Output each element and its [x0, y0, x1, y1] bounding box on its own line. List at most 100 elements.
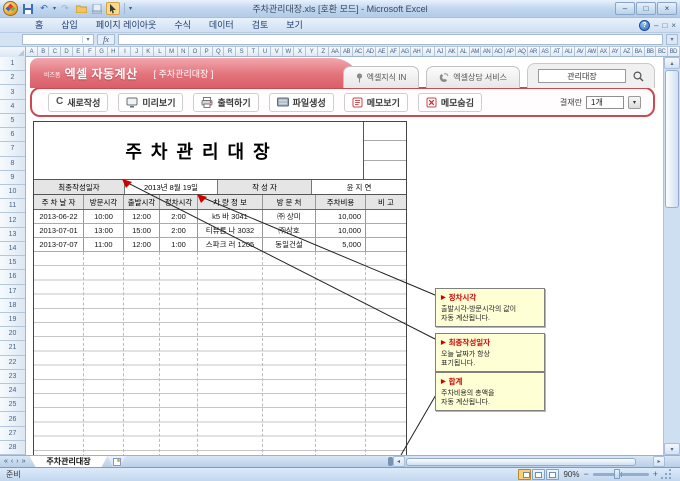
column-header[interactable]: AO — [493, 47, 505, 56]
column-header[interactable]: AQ — [516, 47, 528, 56]
column-header[interactable]: T — [248, 47, 260, 56]
column-header[interactable]: N — [178, 47, 190, 56]
row-header[interactable]: 26 — [0, 412, 25, 426]
column-header[interactable]: V — [271, 47, 283, 56]
column-header[interactable]: AC — [353, 47, 365, 56]
approval-select[interactable]: 1개 — [586, 96, 624, 109]
last-written-date[interactable]: 2013년 8월 19일 — [125, 180, 218, 194]
scroll-left-icon[interactable]: ◂ — [393, 456, 405, 467]
column-header[interactable]: AI — [423, 47, 435, 56]
column-header[interactable]: M — [166, 47, 178, 56]
column-header[interactable]: L — [154, 47, 166, 56]
column-header[interactable]: AH — [411, 47, 423, 56]
office-button[interactable] — [3, 1, 18, 16]
horizontal-scroll-thumb[interactable] — [406, 458, 636, 466]
search-input[interactable]: 관리대장 — [538, 69, 626, 83]
column-header[interactable]: AP — [505, 47, 517, 56]
row-header[interactable]: 15 — [0, 256, 25, 270]
column-header[interactable]: AD — [364, 47, 376, 56]
column-header[interactable]: E — [73, 47, 85, 56]
vertical-scroll-track[interactable] — [664, 209, 680, 443]
restore-button[interactable]: □ — [636, 2, 656, 15]
column-header[interactable]: Q — [213, 47, 225, 56]
scroll-up-icon[interactable]: ▴ — [664, 57, 680, 69]
next-sheet-icon[interactable]: › — [16, 458, 18, 465]
redo-icon[interactable]: ↷ — [58, 2, 72, 15]
column-header[interactable]: AF — [388, 47, 400, 56]
row-header[interactable]: 27 — [0, 427, 25, 441]
ribbon-tab[interactable]: 검토 — [243, 18, 278, 33]
first-sheet-icon[interactable]: « — [4, 458, 8, 465]
column-header[interactable]: AS — [540, 47, 552, 56]
row-header[interactable]: 10 — [0, 185, 25, 199]
column-header[interactable]: AT — [551, 47, 563, 56]
page-layout-view-button[interactable] — [532, 469, 545, 480]
zoom-in-icon[interactable]: + — [653, 470, 658, 479]
column-header[interactable]: AJ — [435, 47, 447, 56]
undo-dropdown-icon[interactable]: ▾ — [53, 5, 56, 12]
qat-customize-icon[interactable]: ▾ — [129, 5, 132, 12]
row-header[interactable]: 18 — [0, 299, 25, 313]
zoom-slider-thumb[interactable] — [614, 469, 620, 479]
doc-minimize-icon[interactable]: – — [654, 22, 658, 30]
column-header[interactable]: AA — [329, 47, 341, 56]
memo-show-button[interactable]: 메모보기 — [344, 93, 408, 112]
pointer-tool-icon[interactable] — [106, 2, 120, 15]
table-row[interactable]: 2013-06-22 10:00 12:00 2:00 k5 바 3041 ㈜ … — [34, 210, 406, 224]
zoom-slider[interactable] — [593, 473, 649, 476]
horizontal-scroll-track[interactable] — [405, 456, 654, 467]
column-header[interactable]: A — [26, 47, 38, 56]
note-last-written[interactable]: ▶최종작성일자 오늘 날짜가 항상 표기됩니다. — [435, 333, 545, 372]
ribbon-tab[interactable]: 데이터 — [200, 18, 243, 33]
prev-sheet-icon[interactable]: ‹ — [11, 458, 13, 465]
row-header[interactable]: 19 — [0, 313, 25, 327]
search-icon[interactable] — [633, 71, 644, 82]
row-header[interactable]: 25 — [0, 398, 25, 412]
column-header[interactable]: AY — [610, 47, 622, 56]
resize-grip[interactable] — [662, 470, 672, 480]
excel-knowledge-tab[interactable]: 엑셀지식 IN — [343, 66, 420, 88]
row-header[interactable]: 13 — [0, 228, 25, 242]
sheet-tab-active[interactable]: 주차관리대장 — [30, 456, 108, 467]
row-header[interactable]: 4 — [0, 100, 25, 114]
row-header[interactable]: 20 — [0, 327, 25, 341]
ledger-empty-rows[interactable] — [34, 252, 406, 455]
row-header[interactable]: 24 — [0, 384, 25, 398]
column-header[interactable]: AN — [481, 47, 493, 56]
row-header[interactable]: 14 — [0, 242, 25, 256]
writer-name[interactable]: 윤 지 연 — [312, 180, 406, 194]
row-header[interactable]: 6 — [0, 128, 25, 142]
insert-function-button[interactable]: fx — [97, 34, 115, 45]
column-header[interactable]: AB — [341, 47, 353, 56]
column-header[interactable]: B — [38, 47, 50, 56]
select-all-corner[interactable] — [0, 47, 26, 57]
note-total[interactable]: ▶합계 주차비용의 총액을 자동 계산됩니다. — [435, 372, 545, 411]
column-header[interactable]: S — [236, 47, 248, 56]
ribbon-tab[interactable]: 삽입 — [52, 18, 87, 33]
ribbon-tab[interactable]: 보기 — [277, 18, 312, 33]
column-header[interactable]: O — [189, 47, 201, 56]
row-header[interactable]: 3 — [0, 85, 25, 99]
column-header[interactable]: Y — [306, 47, 318, 56]
column-header[interactable]: H — [108, 47, 120, 56]
column-header[interactable]: P — [201, 47, 213, 56]
last-sheet-icon[interactable]: » — [22, 458, 26, 465]
vertical-scroll-thumb[interactable] — [665, 70, 679, 208]
zoom-out-icon[interactable]: − — [583, 470, 588, 479]
column-header[interactable]: AX — [598, 47, 610, 56]
column-header[interactable]: AU — [563, 47, 575, 56]
column-header[interactable]: W — [283, 47, 295, 56]
column-header[interactable]: AE — [376, 47, 388, 56]
approval-dropdown-icon[interactable]: ▾ — [628, 96, 641, 109]
column-header[interactable]: AW — [586, 47, 598, 56]
tab-splitter[interactable] — [388, 457, 393, 466]
column-header[interactable]: U — [259, 47, 271, 56]
row-header[interactable]: 7 — [0, 142, 25, 156]
vertical-scrollbar[interactable]: ▴ ▾ — [663, 57, 680, 455]
scroll-down-icon[interactable]: ▾ — [664, 443, 680, 455]
column-header[interactable]: G — [96, 47, 108, 56]
column-header[interactable]: X — [294, 47, 306, 56]
column-header[interactable]: BC — [656, 47, 668, 56]
worksheet-canvas[interactable]: 비즈폼 엑셀 자동계산 [ 주차관리대장 ] 엑셀지식 IN 엑셀상담 서비스 — [26, 57, 663, 455]
row-header[interactable]: 1 — [0, 57, 25, 71]
